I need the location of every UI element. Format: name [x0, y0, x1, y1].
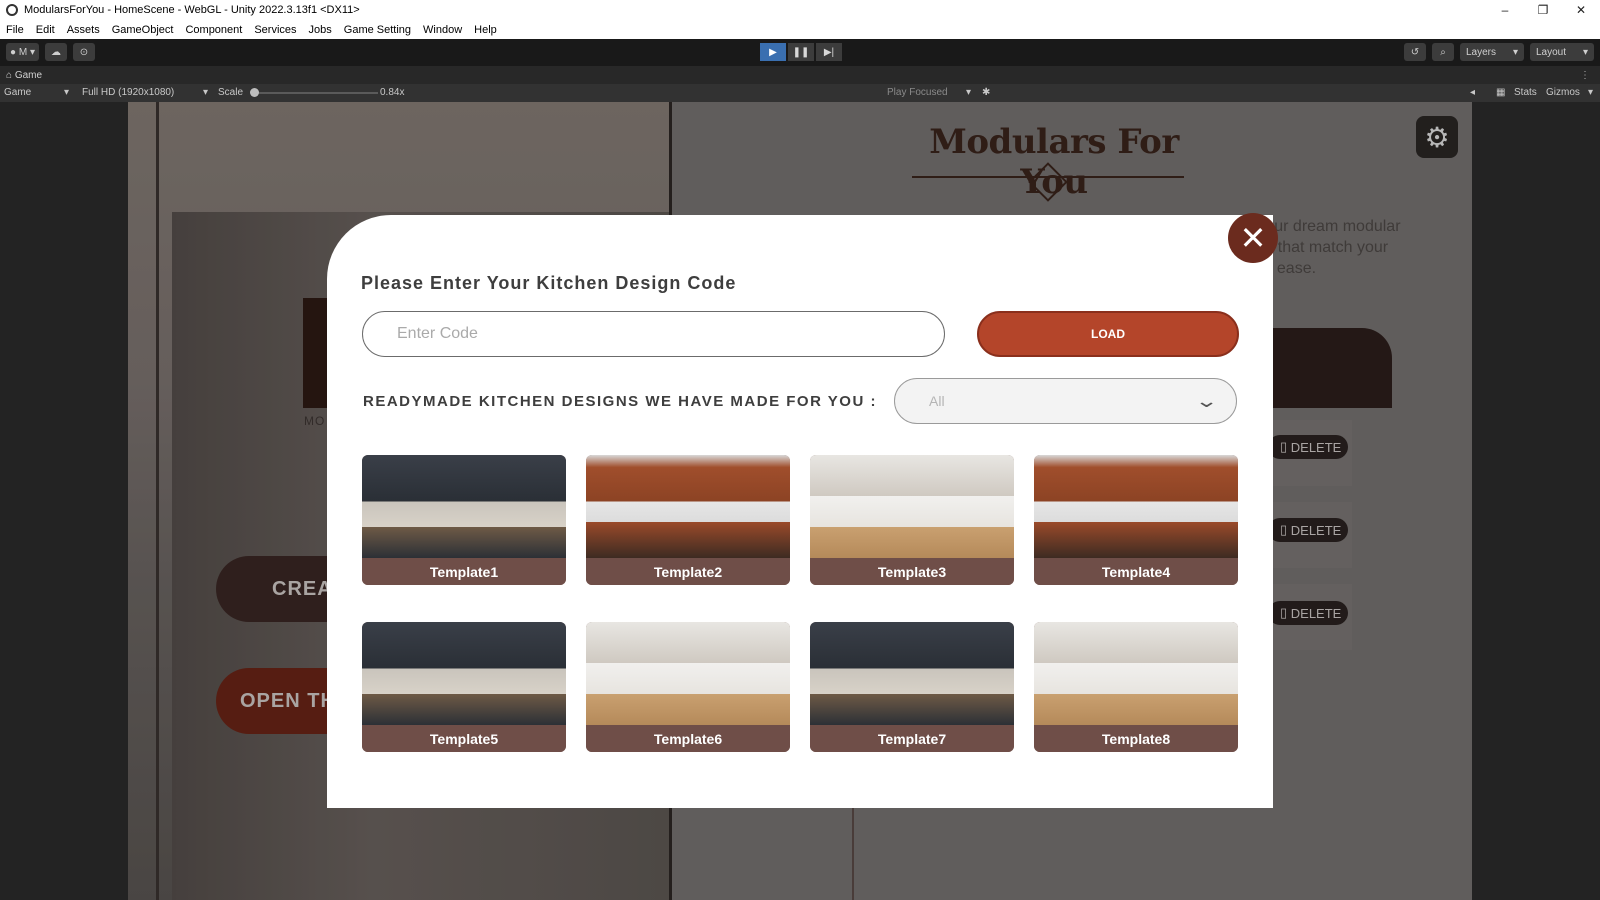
menu-help[interactable]: Help	[468, 24, 503, 36]
template-card-2[interactable]: Template2	[586, 455, 790, 585]
game-tab[interactable]: ⌂ Game ⋮	[0, 66, 1600, 84]
bug-icon[interactable]: ✱	[982, 87, 990, 98]
account-label: M	[18, 46, 28, 58]
chevron-down-icon: ⌄	[1194, 390, 1219, 411]
game-tab-label: Game	[14, 69, 43, 81]
restore-button[interactable]: ❐	[1524, 0, 1562, 20]
game-view-bar: Game ▾ Full HD (1920x1080) ▾ Scale 0.84x…	[0, 84, 1600, 102]
unity-editor-window: ModularsForYou - HomeScene - WebGL - Uni…	[0, 0, 1600, 900]
account-button[interactable]: ● M ▾	[6, 43, 39, 61]
chevron-down-icon: ▾	[1512, 46, 1518, 58]
step-button[interactable]: ▶|	[816, 43, 842, 61]
display-dropdown[interactable]: Game	[4, 87, 31, 98]
menu-jobs[interactable]: Jobs	[303, 24, 338, 36]
chevron-down-icon: ▾	[64, 87, 70, 98]
history-icon[interactable]: ↺	[1404, 43, 1426, 61]
layout-dropdown[interactable]: Layout ▾	[1530, 43, 1594, 61]
menu-game-setting[interactable]: Game Setting	[338, 24, 417, 36]
template-caption: Template7	[810, 725, 1014, 752]
template-caption: Template3	[810, 558, 1014, 585]
pause-button[interactable]: ❚❚	[788, 43, 814, 61]
filter-value: All	[929, 393, 945, 409]
toolbar-left: ● M ▾ ☁ ⊙	[6, 43, 95, 61]
menu-edit[interactable]: Edit	[30, 24, 61, 36]
audio-icon[interactable]: ◂	[1470, 87, 1475, 98]
tab-menu-icon[interactable]: ⋮	[1580, 70, 1590, 81]
layout-label: Layout	[1536, 46, 1567, 58]
play-controls: ▶ ❚❚ ▶|	[760, 43, 842, 61]
template-card-6[interactable]: Template6	[586, 622, 790, 752]
design-code-input[interactable]	[362, 311, 945, 357]
play-button[interactable]: ▶	[760, 43, 786, 61]
collab-icon[interactable]: ⊙	[72, 43, 95, 61]
main-toolbar: ● M ▾ ☁ ⊙ ▶ ❚❚ ▶| ↺ ⌕ Layers ▾ Layout ▾	[0, 39, 1600, 66]
template-thumbnail	[586, 455, 790, 558]
scale-slider-handle[interactable]	[250, 88, 259, 97]
template-card-7[interactable]: Template7	[810, 622, 1014, 752]
menu-file[interactable]: File	[0, 24, 30, 36]
template-card-5[interactable]: Template5	[362, 622, 566, 752]
close-modal-button[interactable]: ✕	[1228, 213, 1278, 263]
design-filter-dropdown[interactable]: All ⌄	[894, 378, 1237, 424]
template-card-4[interactable]: Template4	[1034, 455, 1238, 585]
menu-gameobject[interactable]: GameObject	[106, 24, 180, 36]
template-thumbnail	[810, 622, 1014, 725]
chevron-down-icon: ▾	[1588, 87, 1594, 98]
template-thumbnail	[810, 455, 1014, 558]
template-caption: Template2	[586, 558, 790, 585]
layers-dropdown[interactable]: Layers ▾	[1460, 43, 1524, 61]
chevron-down-icon: ▾	[203, 87, 209, 98]
template-thumbnail	[362, 455, 566, 558]
minimize-button[interactable]: –	[1486, 0, 1524, 20]
menu-bar: File Edit Assets GameObject Component Se…	[0, 20, 1600, 39]
menu-window[interactable]: Window	[417, 24, 468, 36]
menu-assets[interactable]: Assets	[61, 24, 106, 36]
close-window-button[interactable]: ✕	[1562, 0, 1600, 20]
scale-value: 0.84x	[380, 87, 405, 98]
toolbar-right: ↺ ⌕ Layers ▾ Layout ▾	[1404, 43, 1594, 61]
template-caption: Template8	[1034, 725, 1238, 752]
chevron-down-icon: ▾	[966, 87, 972, 98]
close-icon: ✕	[1239, 220, 1267, 256]
readymade-label: READYMADE KITCHEN DESIGNS WE HAVE MADE F…	[363, 393, 877, 410]
menu-services[interactable]: Services	[248, 24, 302, 36]
template-caption: Template1	[362, 558, 566, 585]
load-button[interactable]: LOAD	[977, 311, 1239, 357]
menu-component[interactable]: Component	[179, 24, 248, 36]
chevron-down-icon: ▾	[1582, 46, 1588, 58]
template-thumbnail	[586, 622, 790, 725]
template-card-3[interactable]: Template3	[810, 455, 1014, 585]
template-thumbnail	[362, 622, 566, 725]
stats-button[interactable]: Stats	[1514, 87, 1537, 98]
unity-logo-icon	[6, 4, 18, 16]
scale-label: Scale	[218, 87, 244, 98]
play-mode-dropdown[interactable]: Play Focused	[887, 87, 948, 98]
template-thumbnail	[1034, 622, 1238, 725]
template-thumbnail	[1034, 455, 1238, 558]
template-caption: Template5	[362, 725, 566, 752]
template-caption: Template4	[1034, 558, 1238, 585]
window-title: ModularsForYou - HomeScene - WebGL - Uni…	[24, 4, 360, 16]
resolution-dropdown[interactable]: Full HD (1920x1080)	[82, 87, 174, 98]
grid-icon[interactable]: ▦	[1496, 87, 1505, 98]
gamepad-icon: ⌂	[6, 69, 15, 81]
design-code-modal: Please Enter Your Kitchen Design Code LO…	[327, 215, 1273, 808]
template-card-8[interactable]: Template8	[1034, 622, 1238, 752]
scale-slider-track[interactable]	[254, 92, 378, 94]
window-controls: – ❐ ✕	[1486, 0, 1600, 20]
modal-title: Please Enter Your Kitchen Design Code	[361, 273, 737, 293]
account-icon: ●	[10, 46, 19, 58]
gizmos-dropdown[interactable]: Gizmos	[1546, 87, 1580, 98]
search-icon[interactable]: ⌕	[1432, 43, 1454, 61]
cloud-icon[interactable]: ☁	[44, 43, 67, 61]
layers-label: Layers	[1466, 46, 1497, 58]
title-bar: ModularsForYou - HomeScene - WebGL - Uni…	[0, 0, 1600, 20]
template-caption: Template6	[586, 725, 790, 752]
template-card-1[interactable]: Template1	[362, 455, 566, 585]
